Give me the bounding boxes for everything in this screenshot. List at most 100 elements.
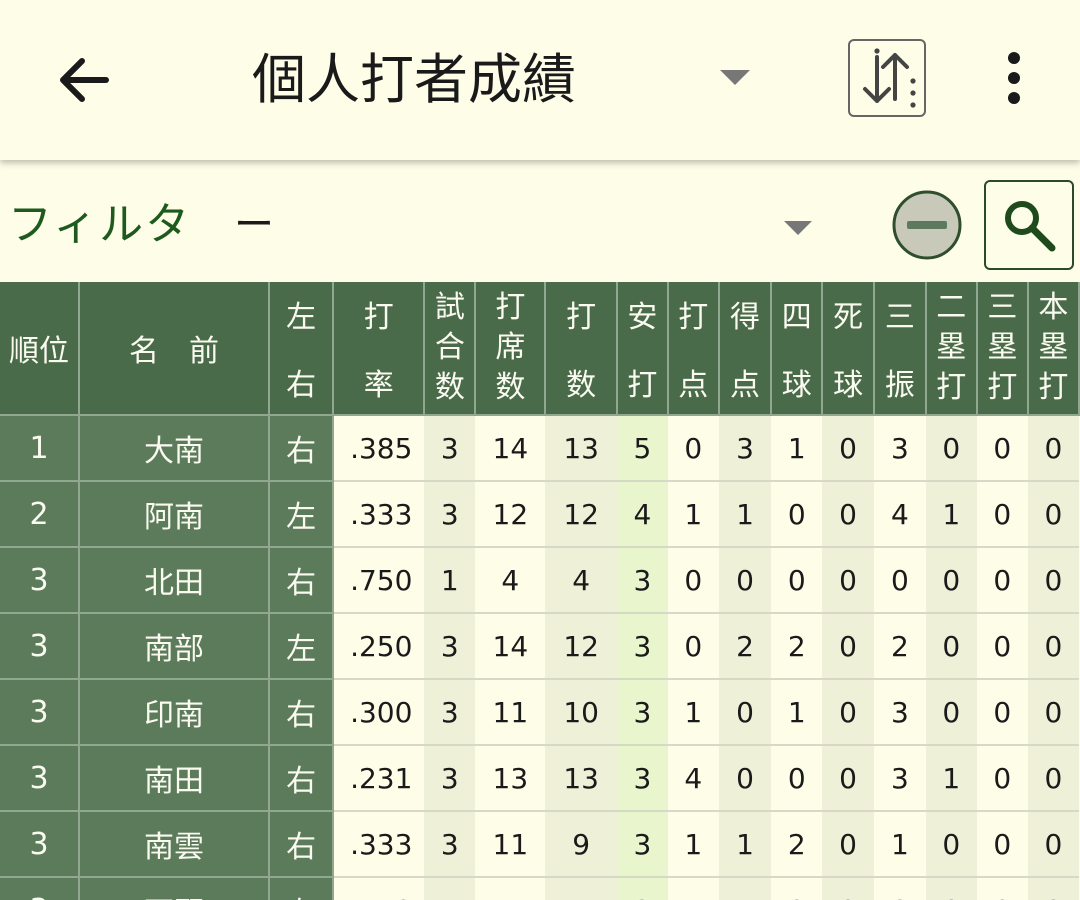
cell-hit-by-pitch: 0: [822, 811, 874, 878]
cell-hits: 3: [617, 547, 668, 614]
chevron-down-icon: [720, 70, 750, 85]
table-row[interactable]: 3 北田右 .750 1 4 4 3 0 0 0 0 0 0 0 0: [0, 547, 1079, 614]
cell-triples: 0: [976, 877, 1028, 900]
cell-rbi: 1: [667, 481, 719, 548]
filter-value[interactable]: ー: [234, 190, 274, 260]
header-walks[interactable]: 四球: [771, 282, 824, 416]
cell-batting-average: .300: [333, 679, 425, 746]
more-vert-icon: [1008, 52, 1020, 104]
header-name[interactable]: 名 前: [79, 282, 271, 416]
filter-dropdown[interactable]: [782, 218, 814, 238]
cell-rank: 3: [0, 679, 81, 746]
table-row[interactable]: 3西野右.750144311000000: [0, 877, 1079, 900]
header-rbi[interactable]: 打点: [667, 282, 720, 416]
header-label: 安: [627, 300, 658, 335]
cell-rbi: 0: [667, 613, 719, 680]
header-label: 点: [678, 368, 709, 403]
cell-games: 3: [424, 415, 476, 482]
cell-hits: 3: [617, 613, 668, 680]
cell-batting-average: .231: [333, 745, 425, 812]
cell-doubles: 1: [925, 481, 977, 548]
cell-rbi: 4: [667, 745, 719, 812]
header-label: 球: [781, 368, 812, 403]
header-label: 球: [833, 368, 864, 403]
cell-hit-by-pitch: 0: [822, 415, 874, 482]
cell-hits: 4: [617, 481, 668, 548]
cell-batting-side: 右: [269, 679, 335, 746]
cell-rank: 3: [0, 877, 81, 900]
header-batting-average[interactable]: 打率: [333, 282, 426, 416]
more-options-button[interactable]: [994, 48, 1034, 108]
header-batting-side[interactable]: 左右: [269, 282, 335, 416]
sort-button[interactable]: [848, 39, 926, 117]
cell-home-runs: 0: [1027, 811, 1079, 878]
cell-triples: 0: [976, 613, 1028, 680]
page-title[interactable]: 個人打者成績: [252, 40, 576, 120]
cell-batting-side: 右: [269, 415, 335, 482]
clear-filter-button[interactable]: [891, 189, 963, 261]
cell-games: 3: [424, 679, 476, 746]
cell-doubles: 0: [925, 811, 977, 878]
cell-runs: 1: [718, 877, 772, 900]
header-rank[interactable]: 順位: [0, 282, 81, 416]
header-label: 三塁打: [987, 290, 1018, 405]
cell-hits: 5: [617, 415, 668, 482]
back-button[interactable]: [52, 48, 116, 112]
cell-walks: 2: [771, 613, 823, 680]
cell-batting-average: .250: [333, 613, 425, 680]
header-at-bats[interactable]: 打数: [545, 282, 619, 416]
cell-hits: 3: [617, 679, 668, 746]
header-label: 二塁打: [936, 290, 967, 405]
sort-arrows-icon: [863, 48, 916, 108]
header-runs[interactable]: 得点: [718, 282, 773, 416]
cell-walks: 0: [771, 547, 823, 614]
table-row[interactable]: 3 印南右 .300 3 11 10 3 1 0 1 0 3 0 0 0: [0, 679, 1079, 746]
header-label: 打: [678, 300, 709, 335]
header-triples[interactable]: 三塁打: [976, 282, 1029, 416]
cell-plate-appearances: 12: [475, 481, 546, 548]
cell-triples: 0: [976, 679, 1028, 746]
table-row[interactable]: 3 南田右 .231 3 13 13 3 4 0 0 0 3 1 0 0: [0, 745, 1079, 812]
header-label: 打: [627, 368, 658, 403]
table-row[interactable]: 3 南雲右 .333 3 11 9 3 1 1 2 0 1 0 0 0: [0, 811, 1079, 878]
app-bar: 個人打者成績: [0, 0, 1080, 160]
title-dropdown[interactable]: [718, 66, 752, 88]
cell-rank: 3: [0, 745, 81, 812]
header-label: 左: [286, 300, 317, 335]
header-home-runs[interactable]: 本塁打: [1027, 282, 1080, 416]
table-row[interactable]: 3 南部左 .250 3 14 12 3 0 2 2 0 2 0 0 0: [0, 613, 1079, 680]
cell-name: 北田: [79, 547, 271, 614]
cell-home-runs: 0: [1027, 481, 1079, 548]
cell-triples: 0: [976, 415, 1028, 482]
header-hit-by-pitch[interactable]: 死球: [822, 282, 875, 416]
chevron-down-icon: [784, 221, 812, 235]
cell-rank: 3: [0, 811, 81, 878]
cell-triples: 0: [976, 547, 1028, 614]
header-doubles[interactable]: 二塁打: [925, 282, 978, 416]
cell-at-bats: 12: [545, 613, 618, 680]
cell-home-runs: 0: [1027, 745, 1079, 812]
cell-home-runs: 0: [1027, 547, 1079, 614]
header-label: 率: [363, 368, 394, 403]
batting-stats-table[interactable]: 順位 名 前 左右 打率 試合数 打席数 打数 安打 打点 得点 四球 死球 三…: [0, 282, 1080, 900]
cell-batting-side: 右: [269, 745, 335, 812]
header-hits[interactable]: 安打: [617, 282, 669, 416]
cell-batting-average: .750: [333, 877, 425, 900]
header-label: 本塁打: [1038, 290, 1069, 405]
search-button[interactable]: [984, 180, 1074, 270]
table-row[interactable]: 2 阿南左 .333 3 12 12 4 1 1 0 0 4 1 0 0: [0, 481, 1079, 548]
cell-walks: 1: [771, 415, 823, 482]
cell-rank: 2: [0, 481, 81, 548]
cell-plate-appearances: 14: [475, 613, 546, 680]
cell-doubles: 0: [925, 679, 977, 746]
header-label: 試合数: [434, 290, 465, 405]
cell-triples: 0: [976, 481, 1028, 548]
cell-batting-average: .385: [333, 415, 425, 482]
cell-hits: 3: [617, 811, 668, 878]
table-row[interactable]: 1 大南右 .385 3 14 13 5 0 3 1 0 3 0 0 0: [0, 415, 1079, 482]
header-games[interactable]: 試合数: [424, 282, 477, 416]
cell-batting-average: .333: [333, 811, 425, 878]
header-plate-appearances[interactable]: 打席数: [475, 282, 547, 416]
header-strikeouts[interactable]: 三振: [873, 282, 927, 416]
cell-doubles: 1: [925, 745, 977, 812]
